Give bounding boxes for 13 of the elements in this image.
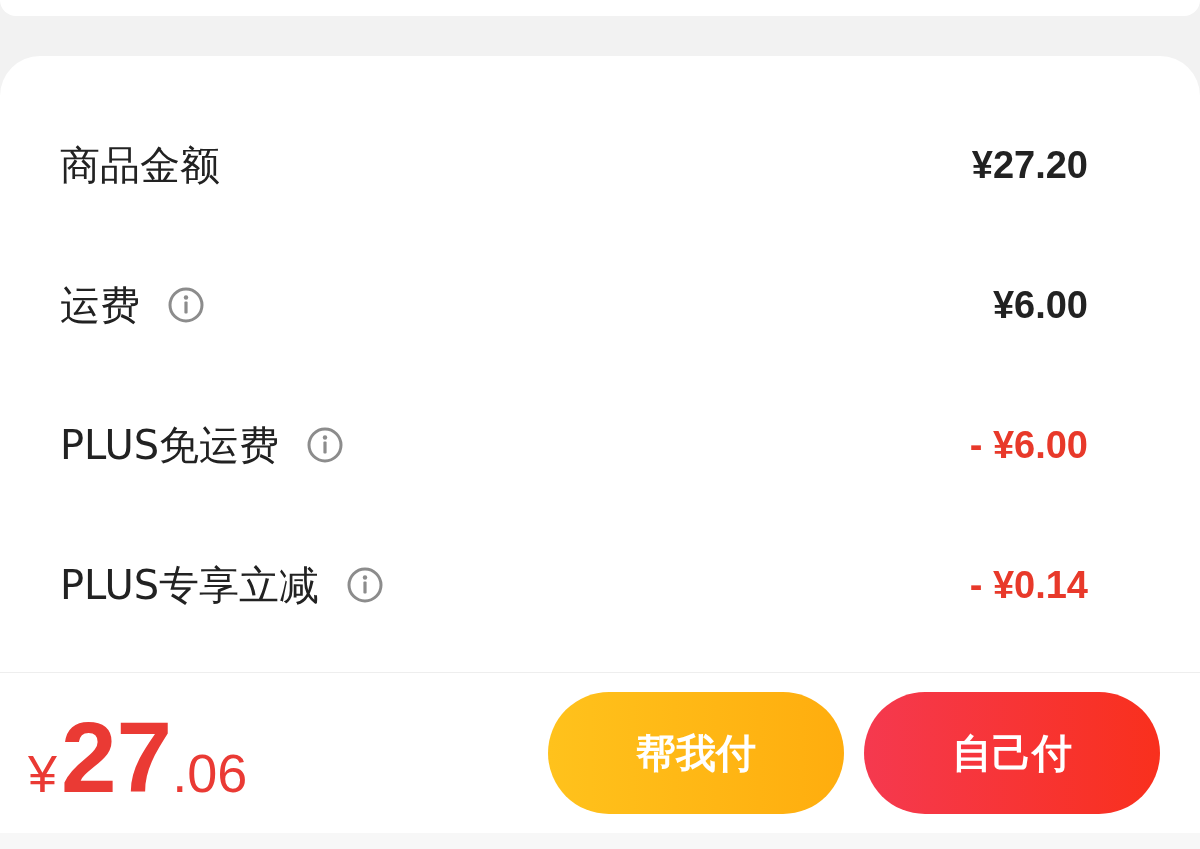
fee-amount: - ¥0.14 [969, 563, 1088, 607]
total-price: ¥27.06 [28, 700, 248, 807]
fee-amount: ¥6.00 [992, 283, 1088, 327]
fee-label: 商品金额 [60, 140, 220, 190]
info-icon[interactable] [307, 427, 344, 463]
fee-amount: - ¥6.00 [969, 423, 1088, 467]
fee-amount: ¥27.20 [971, 143, 1088, 187]
fee-label: PLUS专享立减 [60, 560, 320, 610]
info-icon[interactable] [168, 287, 204, 323]
info-icon[interactable] [347, 567, 384, 603]
fee-label: 运费 [60, 280, 140, 330]
pay-button[interactable]: 自己付 [864, 692, 1160, 814]
fee-label: PLUS免运费 [60, 420, 280, 470]
